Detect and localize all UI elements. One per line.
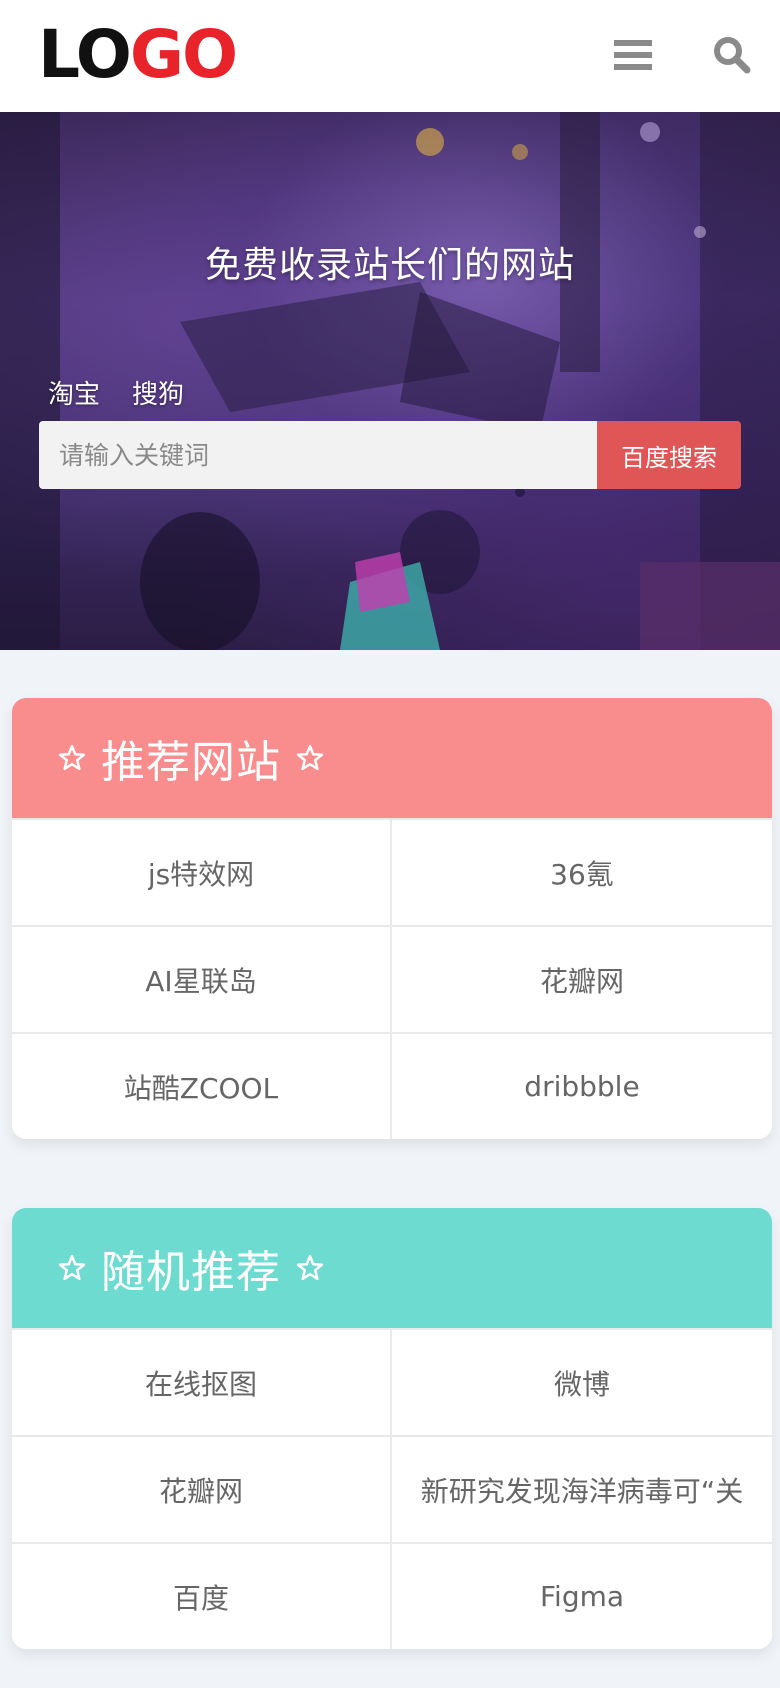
site-link-grid: 在线抠图 微博 花瓣网 新研究发现海洋病毒可“关 百度 Figma xyxy=(12,1328,772,1649)
section-card-recommended: 推荐网站 js特效网 36氪 AI星联岛 花瓣网 站酷ZCOOL dribbbl… xyxy=(12,698,772,1139)
site-link-label: Figma xyxy=(539,1580,625,1613)
menu-icon[interactable] xyxy=(614,38,652,72)
site-link[interactable]: 花瓣网 xyxy=(392,925,772,1032)
site-link[interactable]: 新研究发现海洋病毒可“关 xyxy=(392,1435,772,1542)
section-card-random: 随机推荐 在线抠图 微博 花瓣网 新研究发现海洋病毒可“关 百度 Figma xyxy=(12,1208,772,1649)
search-box: 百度搜索 xyxy=(39,421,741,489)
site-link-label: AI星联岛 xyxy=(145,964,257,998)
section-title: 随机推荐 xyxy=(101,1247,281,1298)
site-link[interactable]: 花瓣网 xyxy=(12,1435,392,1542)
engine-tab-sogou[interactable]: 搜狗 xyxy=(132,374,184,411)
search-button[interactable]: 百度搜索 xyxy=(597,421,741,489)
site-link[interactable]: 站酷ZCOOL xyxy=(12,1032,392,1139)
site-link[interactable]: 百度 xyxy=(12,1542,392,1649)
section-header: 推荐网站 xyxy=(12,698,772,818)
site-link[interactable]: 在线抠图 xyxy=(12,1328,392,1435)
engine-tab-taobao[interactable]: 淘宝 xyxy=(48,374,100,411)
site-link[interactable]: dribbble xyxy=(392,1032,772,1139)
search-icon[interactable] xyxy=(713,36,751,74)
site-link[interactable]: AI星联岛 xyxy=(12,925,392,1032)
star-icon xyxy=(58,1254,86,1281)
site-link-label: 花瓣网 xyxy=(158,1474,243,1508)
site-link-label: js特效网 xyxy=(147,857,255,891)
site-link-label: 花瓣网 xyxy=(539,964,624,998)
star-icon xyxy=(296,744,324,771)
hero-title: 免费收录站长们的网站 xyxy=(204,245,575,286)
logo-text-red: GO xyxy=(129,16,238,93)
search-engine-tabs: 淘宝 搜狗 xyxy=(48,374,184,411)
site-link-label: 新研究发现海洋病毒可“关 xyxy=(420,1474,744,1508)
site-link[interactable]: 微博 xyxy=(392,1328,772,1435)
site-link-label: 在线抠图 xyxy=(144,1367,257,1401)
site-link-label: dribbble xyxy=(524,1070,640,1103)
site-link[interactable]: js特效网 xyxy=(12,818,392,925)
star-icon xyxy=(296,1254,324,1281)
site-link-label: 微博 xyxy=(553,1367,610,1401)
star-icon xyxy=(58,744,86,771)
site-link-label: 站酷ZCOOL xyxy=(123,1071,279,1105)
site-logo[interactable]: LO GO xyxy=(38,16,238,93)
site-link[interactable]: Figma xyxy=(392,1542,772,1649)
search-input[interactable] xyxy=(39,421,597,489)
section-title: 推荐网站 xyxy=(101,737,281,788)
site-link-label: 百度 xyxy=(172,1581,229,1615)
top-header: LO GO xyxy=(0,0,780,112)
section-header: 随机推荐 xyxy=(12,1208,772,1328)
site-link[interactable]: 36氪 xyxy=(392,818,772,925)
site-link-label: 36氪 xyxy=(550,857,614,891)
logo-text-black: LO xyxy=(38,16,132,93)
hero-banner: 免费收录站长们的网站 淘宝 搜狗 百度搜索 xyxy=(0,112,780,650)
site-link-grid: js特效网 36氪 AI星联岛 花瓣网 站酷ZCOOL dribbble xyxy=(12,818,772,1139)
